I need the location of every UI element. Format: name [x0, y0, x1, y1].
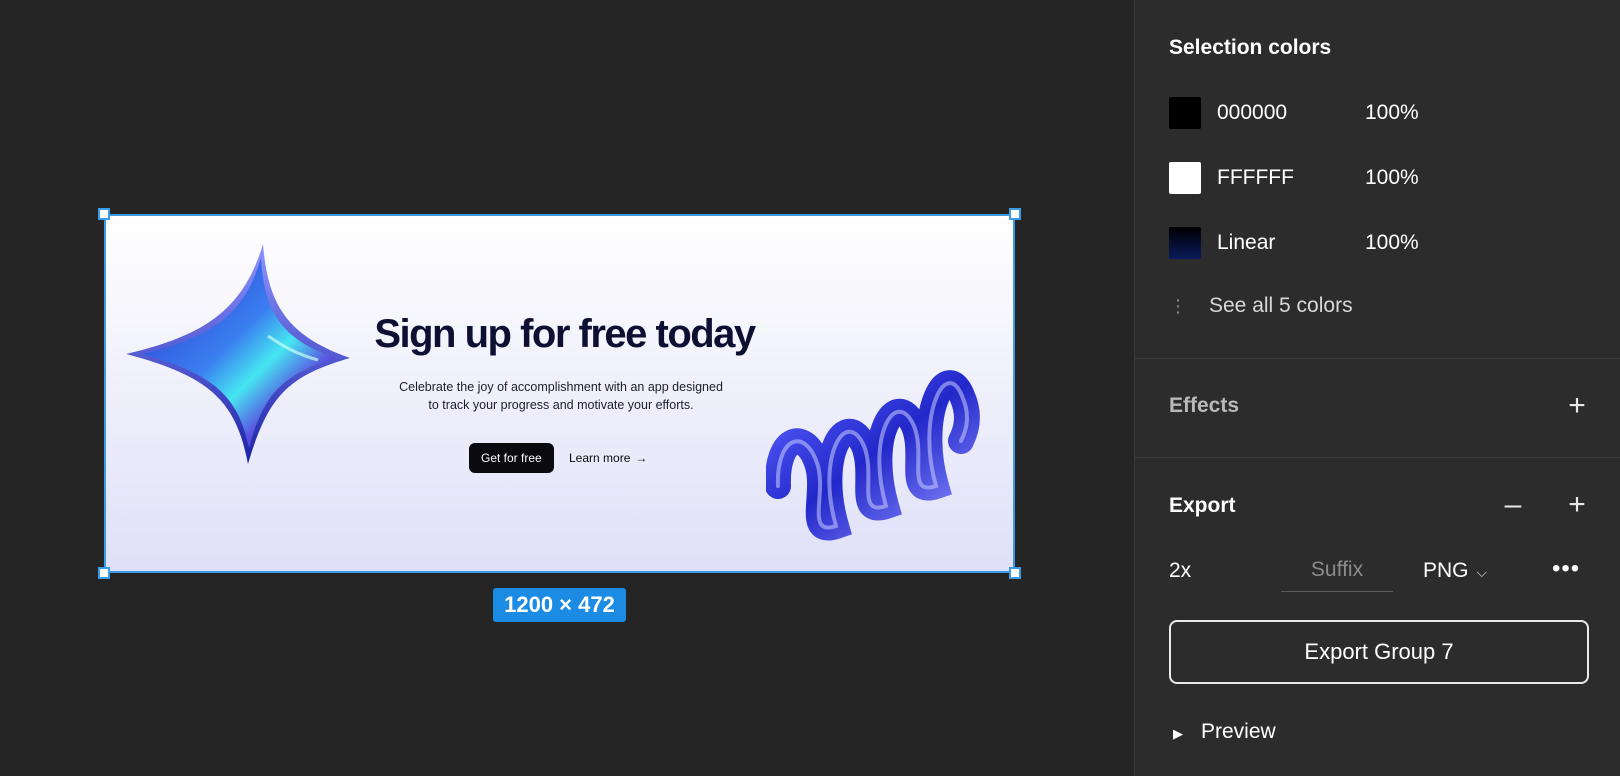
resize-handle-top-right[interactable]	[1009, 208, 1021, 220]
more-options-icon[interactable]: •••	[1552, 555, 1580, 583]
dimension-label: 1200 × 472	[493, 588, 626, 622]
banner-description: Celebrate the joy of accomplishment with…	[376, 378, 746, 414]
color-opacity[interactable]: 100%	[1365, 231, 1419, 255]
add-effect-plus-icon[interactable]: +	[1563, 391, 1591, 421]
selection-colors-title: Selection colors	[1169, 36, 1332, 59]
resize-handle-top-left[interactable]	[98, 208, 110, 220]
color-opacity[interactable]: 100%	[1365, 166, 1419, 190]
color-opacity[interactable]: 100%	[1365, 101, 1419, 125]
spring-3d-illustration	[766, 370, 980, 541]
see-all-colors-label: See all 5 colors	[1209, 294, 1353, 317]
format-value: PNG	[1423, 559, 1469, 582]
export-scale[interactable]: 2x	[1169, 559, 1191, 583]
export-title: Export	[1169, 494, 1236, 517]
section-divider	[1135, 358, 1620, 359]
resize-handle-bottom-left[interactable]	[98, 567, 110, 579]
chevron-down-icon: ⌵	[1476, 564, 1488, 580]
color-name[interactable]: 000000	[1217, 101, 1287, 125]
banner-description-line-1: Celebrate the joy of accomplishment with…	[399, 380, 723, 394]
learn-more-link[interactable]: Learn more →	[569, 443, 647, 473]
banner-description-line-2: to track your progress and motivate your…	[428, 398, 694, 412]
vertical-dots-icon: ⋮	[1169, 296, 1187, 316]
arrow-right-icon: →	[635, 451, 648, 465]
color-row[interactable]: 000000 100%	[1169, 96, 1589, 130]
preview-label: Preview	[1201, 720, 1276, 743]
color-row[interactable]: Linear 100%	[1169, 226, 1589, 260]
suffix-input[interactable]: Suffix	[1281, 555, 1393, 592]
section-divider	[1135, 457, 1620, 458]
see-all-colors-link[interactable]: ⋮ See all 5 colors	[1169, 294, 1353, 318]
get-for-free-button[interactable]: Get for free	[469, 443, 554, 473]
export-button[interactable]: Export Group 7	[1169, 620, 1589, 684]
color-row[interactable]: FFFFFF 100%	[1169, 161, 1589, 195]
selected-frame[interactable]: Sign up for free today Celebrate the joy…	[104, 214, 1015, 573]
design-canvas[interactable]: Sign up for free today Celebrate the joy…	[0, 0, 1134, 776]
learn-more-label: Learn more	[569, 451, 631, 465]
resize-handle-bottom-right[interactable]	[1009, 567, 1021, 579]
gradient-swatch[interactable]	[1169, 227, 1201, 259]
color-swatch[interactable]	[1169, 162, 1201, 194]
export-settings-row: 2x Suffix PNG ⌵ •••	[1169, 555, 1589, 592]
effects-title: Effects	[1169, 394, 1240, 417]
color-name[interactable]: FFFFFF	[1217, 166, 1294, 190]
remove-export-minus-icon[interactable]: –	[1499, 490, 1527, 520]
color-name[interactable]: Linear	[1217, 231, 1275, 255]
triangle-right-icon: ▶	[1173, 726, 1183, 741]
preview-toggle[interactable]: ▶ Preview	[1173, 720, 1276, 744]
color-swatch[interactable]	[1169, 97, 1201, 129]
format-select[interactable]: PNG ⌵	[1423, 559, 1487, 583]
properties-panel: Selection colors 000000 100% FFFFFF 100%…	[1134, 0, 1620, 776]
add-export-plus-icon[interactable]: +	[1563, 490, 1591, 520]
